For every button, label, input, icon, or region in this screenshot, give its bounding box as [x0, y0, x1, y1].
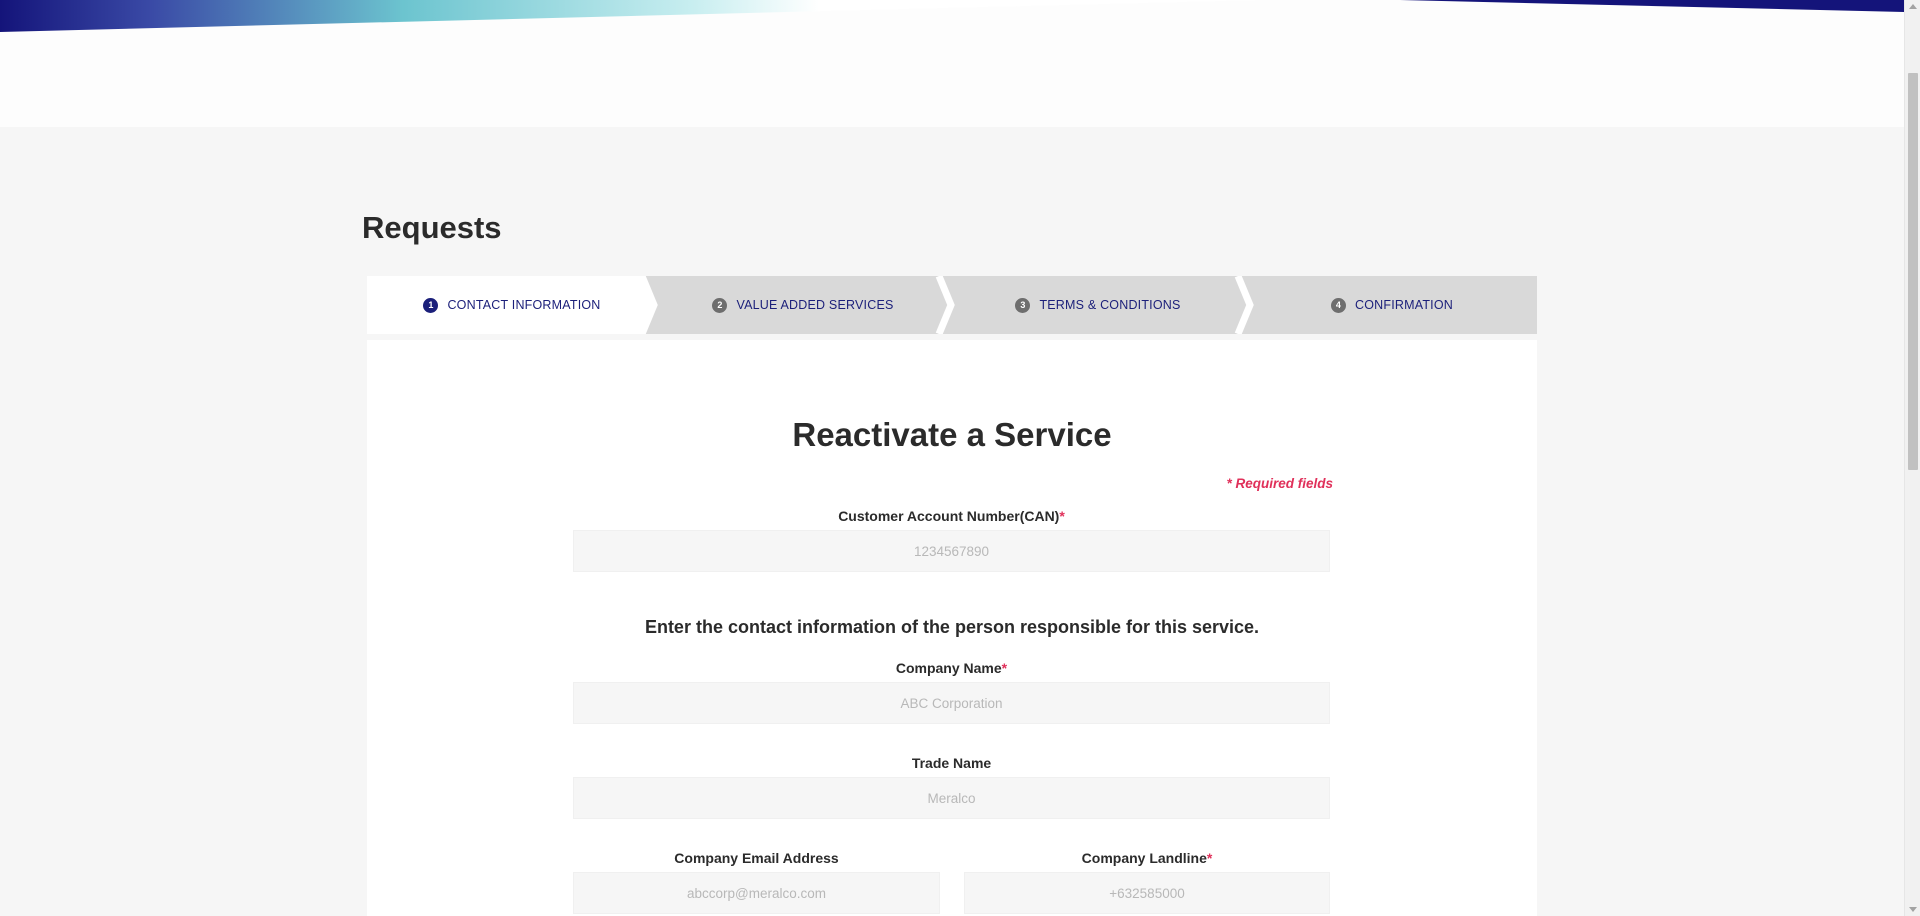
trade-name-label-text: Trade Name [911, 755, 992, 771]
company-landline-label-text: Company Landline [1081, 850, 1207, 866]
trade-name-label: Trade Name [573, 755, 1330, 771]
contact-instruction: Enter the contact information of the per… [644, 617, 1260, 637]
progress-stepper: 1 CONTACT INFORMATION 2 VALUE ADDED SERV… [367, 276, 1537, 334]
required-fields-note: * Required fields [1226, 476, 1333, 491]
scroll-down-arrow-icon[interactable] [1909, 907, 1917, 912]
step-number-badge: 1 [423, 297, 439, 313]
company-name-label-text: Company Name [895, 660, 1002, 676]
step-contact-information[interactable]: 1 CONTACT INFORMATION [367, 276, 657, 334]
form-title: Reactivate a Service [792, 416, 1112, 453]
step-confirmation[interactable]: 4 CONFIRMATION [1247, 276, 1537, 334]
brand-stripe [0, 0, 1904, 32]
can-label: Customer Account Number(CAN)* [573, 508, 1330, 524]
page-scrollbar[interactable] [1904, 0, 1920, 916]
step-number-badge: 3 [1015, 297, 1031, 313]
site-header [0, 0, 1904, 127]
can-input[interactable] [573, 530, 1330, 572]
company-name-input[interactable] [573, 682, 1330, 724]
trade-name-input[interactable] [573, 777, 1330, 819]
required-asterisk: * [1001, 660, 1008, 676]
company-landline-input[interactable] [964, 872, 1330, 914]
scrollbar-thumb[interactable] [1908, 73, 1918, 470]
step-label: CONFIRMATION [1355, 298, 1453, 312]
step-label: VALUE ADDED SERVICES [736, 298, 894, 312]
step-terms-and-conditions[interactable]: 3 TERMS & CONDITIONS [949, 276, 1247, 334]
can-label-text: Customer Account Number(CAN) [838, 508, 1060, 524]
step-number-badge: 4 [1331, 297, 1346, 313]
scroll-up-arrow-icon[interactable] [1909, 4, 1917, 9]
company-landline-label: Company Landline* [964, 850, 1330, 866]
step-label: CONTACT INFORMATION [447, 298, 601, 312]
company-email-input[interactable] [573, 872, 940, 914]
step-number-badge: 2 [712, 297, 728, 313]
required-asterisk: * [1059, 508, 1065, 524]
step-value-added-services[interactable]: 2 VALUE ADDED SERVICES [657, 276, 949, 334]
step-label: TERMS & CONDITIONS [1039, 298, 1181, 312]
form-card: Reactivate a Service * Required fields C… [367, 340, 1537, 916]
company-name-label: Company Name* [573, 660, 1330, 676]
page-title: Requests [362, 210, 502, 245]
required-asterisk: * [1206, 850, 1213, 866]
company-email-label: Company Email Address [573, 850, 940, 866]
company-email-label-text: Company Email Address [674, 850, 839, 866]
